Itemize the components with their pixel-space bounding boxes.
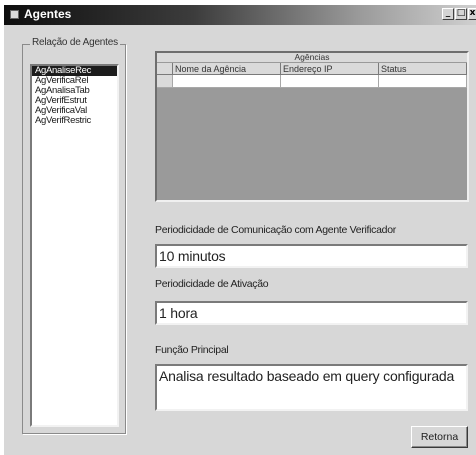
periodicidade-ativacao-label: Periodicidade de Ativação (155, 278, 269, 290)
periodicidade-comunicacao-label: Periodicidade de Comunicação com Agente … (155, 224, 396, 236)
maximize-button[interactable]: □ (455, 8, 467, 20)
app-icon (10, 10, 19, 19)
column-header[interactable]: Endereço IP (281, 63, 379, 75)
funcao-principal-field[interactable]: Analisa resultado baseado em query confi… (155, 364, 468, 411)
agents-group-label: Relação de Agentes (30, 37, 120, 48)
agent-list-item[interactable]: AgVerificaRel (32, 76, 117, 86)
retorna-button[interactable]: Retorna (411, 426, 468, 448)
table-cell[interactable] (173, 75, 281, 88)
row-indicator[interactable] (157, 75, 173, 88)
agent-list-item[interactable]: AgAnaliseRec (32, 66, 117, 76)
window-title: Agentes (24, 7, 72, 21)
grid-caption: Agências (157, 53, 467, 62)
agent-list-item[interactable]: AgAnalisaTab (32, 86, 117, 96)
periodicidade-ativacao-field[interactable]: 1 hora (155, 301, 468, 325)
periodicidade-comunicacao-field[interactable]: 10 minutos (155, 244, 468, 268)
agent-list-item[interactable]: AgVerifEstrut (32, 96, 117, 106)
grid-header: Nome da Agência Endereço IP Status (157, 63, 467, 75)
title-bar[interactable]: Agentes _ □ x (4, 5, 476, 25)
minimize-button[interactable]: _ (442, 8, 454, 20)
row-indicator-header (157, 63, 173, 75)
table-cell[interactable] (281, 75, 379, 88)
agents-listbox[interactable]: AgAnaliseRec AgVerificaRel AgAnalisaTab … (30, 64, 119, 427)
agent-list-item[interactable]: AgVerifRestric (32, 116, 117, 126)
funcao-principal-label: Função Principal (155, 344, 229, 356)
table-cell[interactable] (379, 75, 467, 88)
agencias-grid[interactable]: Agências Nome da Agência Endereço IP Sta… (155, 51, 469, 202)
table-row[interactable] (157, 75, 467, 88)
close-button[interactable]: x (468, 8, 476, 20)
column-header[interactable]: Nome da Agência (173, 63, 281, 75)
agent-list-item[interactable]: AgVerificaVal (32, 106, 117, 116)
column-header[interactable]: Status (379, 63, 467, 75)
